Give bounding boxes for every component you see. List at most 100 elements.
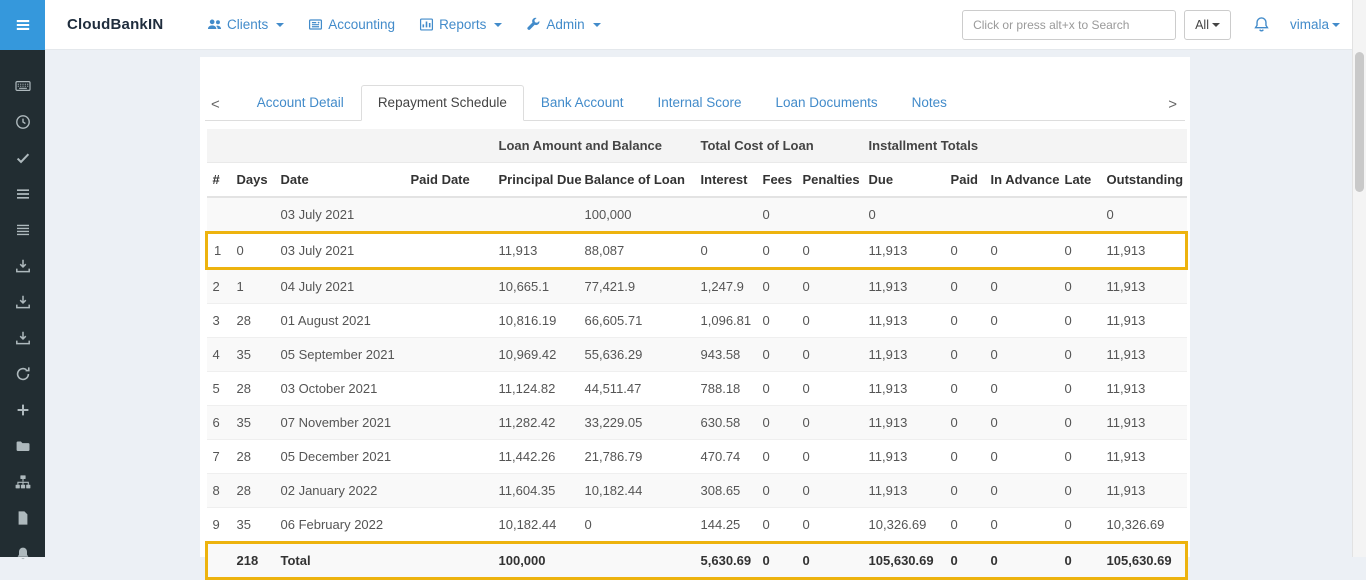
- sidebar-bell-icon[interactable]: [0, 536, 45, 572]
- chevron-down-icon: [276, 23, 284, 27]
- cell: 03 July 2021: [275, 233, 405, 269]
- sidebar-download-icon[interactable]: [0, 248, 45, 284]
- loan-detail-card: < Account DetailRepayment ScheduleBank A…: [200, 57, 1190, 557]
- column-header: Balance of Loan: [579, 163, 695, 198]
- tabs-scroll-right[interactable]: >: [1166, 91, 1181, 120]
- column-header: Paid Date: [405, 163, 493, 198]
- scrollbar-thumb[interactable]: [1355, 52, 1364, 192]
- table-wrapper: Loan Amount and BalanceTotal Cost of Loa…: [205, 121, 1185, 580]
- nav-item-admin[interactable]: Admin: [514, 0, 612, 50]
- topbar: CloudBankIN ClientsAccounting Reports Admi…: [0, 0, 1366, 50]
- notifications-bell-icon[interactable]: [1253, 16, 1270, 33]
- cell: 11,913: [863, 304, 945, 338]
- cell: 10,969.42: [493, 338, 579, 372]
- cell: [405, 474, 493, 508]
- sidebar-sitemap-icon[interactable]: [0, 464, 45, 500]
- cell: 105,630.69: [1101, 543, 1187, 579]
- cell: [405, 269, 493, 304]
- cell: 10,326.69: [1101, 508, 1187, 543]
- table-row: 32801 August 202110,816.1966,605.711,096…: [207, 304, 1187, 338]
- cell: 0: [757, 233, 797, 269]
- sidebar-download-icon[interactable]: [0, 320, 45, 356]
- user-menu[interactable]: vimala: [1290, 17, 1340, 32]
- cell: 105,630.69: [863, 543, 945, 579]
- cell: [207, 543, 231, 579]
- cell: 0: [985, 440, 1059, 474]
- tab-notes[interactable]: Notes: [895, 85, 964, 121]
- tab-loan-documents[interactable]: Loan Documents: [759, 85, 895, 121]
- sidebar-plus-icon[interactable]: [0, 392, 45, 428]
- cell: 28: [231, 440, 275, 474]
- cell: 03 October 2021: [275, 372, 405, 406]
- cell: 308.65: [695, 474, 757, 508]
- nav-item-clients[interactable]: Clients: [195, 0, 296, 50]
- brand-logo[interactable]: CloudBankIN: [45, 16, 195, 33]
- scrollbar[interactable]: [1352, 0, 1366, 557]
- cell: 11,913: [493, 233, 579, 269]
- cell: 100,000: [493, 543, 579, 579]
- cell: [493, 197, 579, 233]
- table-row: 1003 July 202111,91388,08700011,91300011…: [207, 233, 1187, 269]
- cell: 28: [231, 372, 275, 406]
- cell: 10,182.44: [493, 508, 579, 543]
- column-header: #: [207, 163, 231, 198]
- chevron-down-icon: [593, 23, 601, 27]
- cell: 28: [231, 474, 275, 508]
- sidebar-rows-icon[interactable]: [0, 212, 45, 248]
- tab-account-detail[interactable]: Account Detail: [240, 85, 361, 121]
- sidebar-download-icon[interactable]: [0, 284, 45, 320]
- cell: 33,229.05: [579, 406, 695, 440]
- cell: 01 August 2021: [275, 304, 405, 338]
- top-nav: ClientsAccounting Reports Admin: [195, 0, 613, 50]
- table-row: 2104 July 202110,665.177,421.91,247.9001…: [207, 269, 1187, 304]
- cell: [207, 197, 231, 233]
- cell: 788.18: [695, 372, 757, 406]
- tab-repayment-schedule[interactable]: Repayment Schedule: [361, 85, 524, 121]
- sidebar-folder-icon[interactable]: [0, 428, 45, 464]
- tab-bank-account[interactable]: Bank Account: [524, 85, 641, 121]
- search-scope-button[interactable]: All: [1184, 10, 1231, 40]
- sidebar-list-icon[interactable]: [0, 176, 45, 212]
- cell: 1: [231, 269, 275, 304]
- cell: [405, 543, 493, 579]
- cell: 0: [985, 474, 1059, 508]
- sidebar-file-icon[interactable]: [0, 500, 45, 536]
- cell: 943.58: [695, 338, 757, 372]
- cell: 0: [945, 269, 985, 304]
- cell: 0: [757, 406, 797, 440]
- cell: 0: [1059, 304, 1101, 338]
- cell: 0: [757, 197, 797, 233]
- cell: 0: [945, 372, 985, 406]
- nav-item-accounting[interactable]: Accounting: [296, 0, 407, 50]
- cell: 05 December 2021: [275, 440, 405, 474]
- cell: [405, 338, 493, 372]
- cell: 1,096.81: [695, 304, 757, 338]
- search-input[interactable]: [962, 10, 1176, 40]
- cell: 0: [797, 474, 863, 508]
- cell: 630.58: [695, 406, 757, 440]
- sidebar-check-icon[interactable]: [0, 140, 45, 176]
- table-row: 82802 January 202211,604.3510,182.44308.…: [207, 474, 1187, 508]
- cell: Total: [275, 543, 405, 579]
- total-row: 218Total100,0005,630.6900105,630.6900010…: [207, 543, 1187, 579]
- cell: 9: [207, 508, 231, 543]
- sidebar-refresh-icon[interactable]: [0, 356, 45, 392]
- cell: 11,913: [863, 372, 945, 406]
- cell: 0: [797, 304, 863, 338]
- sidebar-keyboard-icon[interactable]: [0, 68, 45, 104]
- cell: 2: [207, 269, 231, 304]
- sidebar-clock-icon[interactable]: [0, 104, 45, 140]
- menu-toggle-button[interactable]: [0, 0, 45, 50]
- tab-internal-score[interactable]: Internal Score: [640, 85, 758, 121]
- tabs-scroll-left[interactable]: <: [209, 91, 228, 120]
- column-header: Principal Due: [493, 163, 579, 198]
- cell: 0: [945, 233, 985, 269]
- cell: 11,913: [863, 338, 945, 372]
- table-row: 03 July 2021100,000000: [207, 197, 1187, 233]
- cell: [405, 508, 493, 543]
- group-header-row: Loan Amount and BalanceTotal Cost of Loa…: [207, 129, 1187, 163]
- cell: 0: [757, 338, 797, 372]
- nav-item-label: Reports: [439, 17, 486, 32]
- nav-item-reports[interactable]: Reports: [407, 0, 514, 50]
- cell: 0: [797, 269, 863, 304]
